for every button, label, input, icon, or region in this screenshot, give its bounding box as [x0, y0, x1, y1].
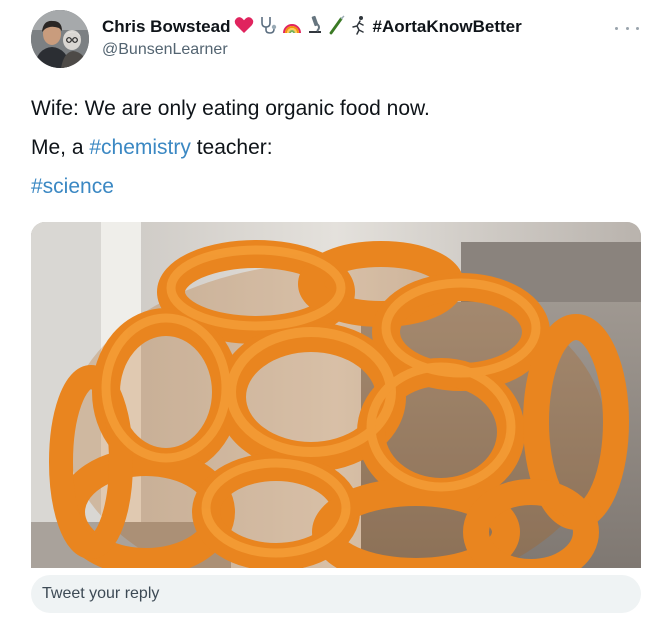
tweet-line-2-prefix: Me, a — [31, 136, 90, 159]
reply-input[interactable]: Tweet your reply — [31, 575, 641, 613]
more-options-icon[interactable] — [615, 22, 639, 34]
user-handle[interactable]: @BunsenLearner — [102, 40, 621, 60]
tweet-card: Chris Bowstead #AortaKnowBetter @BunsenL… — [0, 0, 661, 619]
heart-icon — [234, 16, 254, 39]
display-name[interactable]: Chris Bowstead — [102, 17, 230, 37]
stethoscope-icon — [258, 15, 278, 40]
microscope-icon — [306, 15, 324, 40]
tweet-line-1: Wife: We are only eating organic food no… — [31, 97, 430, 120]
rainbow-icon — [282, 16, 302, 39]
avatar-photo — [31, 10, 89, 68]
cheese-puff-sculpture-photo — [31, 222, 641, 568]
author-info: Chris Bowstead #AortaKnowBetter @BunsenL… — [102, 14, 621, 60]
avatar[interactable] — [31, 10, 89, 68]
tweet-text: Wife: We are only eating organic food no… — [31, 94, 641, 211]
tweet-line-3: #science — [31, 172, 641, 202]
hashtag-chemistry-link[interactable]: #chemistry — [89, 136, 191, 159]
tweet-image[interactable] — [31, 222, 641, 568]
tweet-line-2: Me, a #chemistry teacher: — [31, 133, 641, 163]
running-person-icon — [350, 15, 368, 40]
name-row: Chris Bowstead #AortaKnowBetter — [102, 14, 621, 40]
hashtag-science-link[interactable]: #science — [31, 175, 114, 198]
syringe-icon — [328, 15, 346, 40]
name-hashtag: #AortaKnowBetter — [372, 17, 522, 36]
tweet-line-2-suffix: teacher: — [190, 136, 273, 159]
